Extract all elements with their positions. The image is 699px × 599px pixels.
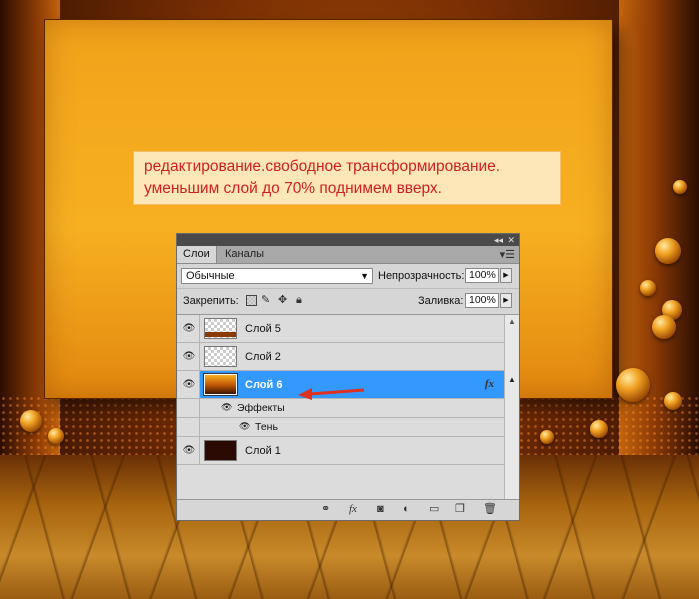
chevron-down-icon: ▼	[360, 271, 369, 281]
new-layer-icon[interactable]: ❐	[455, 503, 465, 515]
instruction-note: редактирование.свободное трансформирован…	[133, 151, 561, 205]
eye-icon[interactable]: 👁︎	[181, 371, 197, 398]
layer-row-5[interactable]: 👁︎ Слой 5	[177, 315, 504, 343]
layer-row-1[interactable]: 👁︎ Слой 1	[177, 437, 504, 465]
bubble-decoration	[540, 430, 554, 444]
move-icon[interactable]: ✥	[278, 295, 287, 306]
effects-label: Эффекты	[237, 402, 285, 414]
eye-column	[177, 399, 200, 417]
bubble-decoration	[616, 368, 650, 402]
close-icon[interactable]: ✕	[507, 234, 515, 246]
tab-layers[interactable]: Слои	[177, 246, 217, 263]
layers-scrollbar[interactable]: ▲ ▲	[504, 315, 519, 500]
layer-name: Слой 1	[245, 445, 281, 457]
red-arrow-annotation	[298, 388, 365, 400]
layers-panel: ◂◂ ✕ Слои Каналы ▾☰ Обычные ▼ Непрозрачн…	[176, 233, 520, 521]
layers-list: 👁︎ Слой 5 👁︎ Слой 2 👁︎ Слой 6 fx 👁︎ Эффе…	[177, 314, 519, 500]
fill-arrow-button[interactable]: ▶	[500, 293, 512, 308]
adjustment-icon[interactable]: ◐	[403, 503, 410, 515]
bubble-decoration	[20, 410, 42, 432]
bubble-decoration	[664, 392, 682, 410]
panel-bottom-toolbar: ⚭ fx ◙ ◐ ▭ ❐ 🗑︎	[177, 499, 519, 520]
fill-input[interactable]: 100%	[465, 293, 499, 308]
layer-name: Слой 2	[245, 351, 281, 363]
bubble-decoration	[673, 180, 687, 194]
eye-icon[interactable]: 👁︎	[181, 343, 197, 370]
fill-label: Заливка:	[418, 295, 464, 307]
eye-icon[interactable]: 👁︎	[181, 437, 197, 464]
bubble-decoration	[590, 420, 608, 438]
fx-icon[interactable]: fx	[349, 503, 357, 515]
shadow-label: Тень	[255, 421, 278, 433]
layer-row-2[interactable]: 👁︎ Слой 2	[177, 343, 504, 371]
eye-icon[interactable]: 👁︎	[221, 402, 232, 413]
blend-mode-value: Обычные	[186, 270, 235, 282]
scroll-up-icon[interactable]: ▲	[508, 317, 516, 326]
bubble-decoration	[652, 315, 676, 339]
layer-thumbnail	[203, 373, 238, 396]
shadow-effect-row[interactable]: 👁︎ Тень	[177, 418, 504, 437]
layer-thumbnail	[204, 346, 237, 367]
panel-tabs: Слои Каналы ▾☰	[177, 246, 519, 264]
eye-icon[interactable]: 👁︎	[181, 315, 197, 342]
bubble-decoration	[640, 280, 656, 296]
note-line-2: уменьшим слой до 70% поднимем вверх.	[144, 180, 442, 197]
layer-thumbnail	[204, 318, 237, 339]
layer-thumbnail	[204, 440, 237, 461]
trash-icon[interactable]: 🗑︎	[483, 503, 497, 515]
eye-column	[177, 418, 200, 436]
note-line-1: редактирование.свободное трансформирован…	[144, 158, 501, 175]
eye-icon[interactable]: 👁︎	[239, 421, 250, 432]
lock-transparent-icon[interactable]	[246, 295, 257, 306]
opacity-label: Непрозрачность:	[378, 270, 465, 282]
double-chevron-left-icon[interactable]: ◂◂	[494, 234, 503, 246]
lock-label: Закрепить:	[183, 295, 239, 307]
bubble-decoration	[48, 428, 64, 444]
blend-mode-select[interactable]: Обычные ▼	[181, 268, 373, 284]
tab-channels[interactable]: Каналы	[219, 246, 270, 263]
blend-row: Обычные ▼ Непрозрачность: 100% ▶	[177, 264, 519, 288]
scroll-thumb-icon[interactable]: ▲	[508, 375, 516, 384]
fx-icon[interactable]: fx	[485, 378, 494, 390]
opacity-arrow-button[interactable]: ▶	[500, 268, 512, 283]
brush-icon[interactable]: ✎	[261, 295, 270, 306]
layer-name: Слой 6	[245, 379, 283, 391]
layer-name: Слой 5	[245, 323, 281, 335]
bubble-decoration	[655, 238, 681, 264]
mask-icon[interactable]: ◙	[377, 503, 384, 515]
lock-icon[interactable]: 🔒︎	[296, 295, 302, 306]
panel-title-bar[interactable]: ◂◂ ✕	[177, 234, 519, 246]
opacity-input[interactable]: 100%	[465, 268, 499, 283]
link-icon[interactable]: ⚭	[321, 503, 330, 515]
panel-menu-icon[interactable]: ▾☰	[500, 248, 515, 261]
folder-icon[interactable]: ▭	[429, 503, 439, 515]
lock-row: Закрепить: ✎ ✥ 🔒︎ Заливка: 100% ▶	[177, 288, 519, 313]
